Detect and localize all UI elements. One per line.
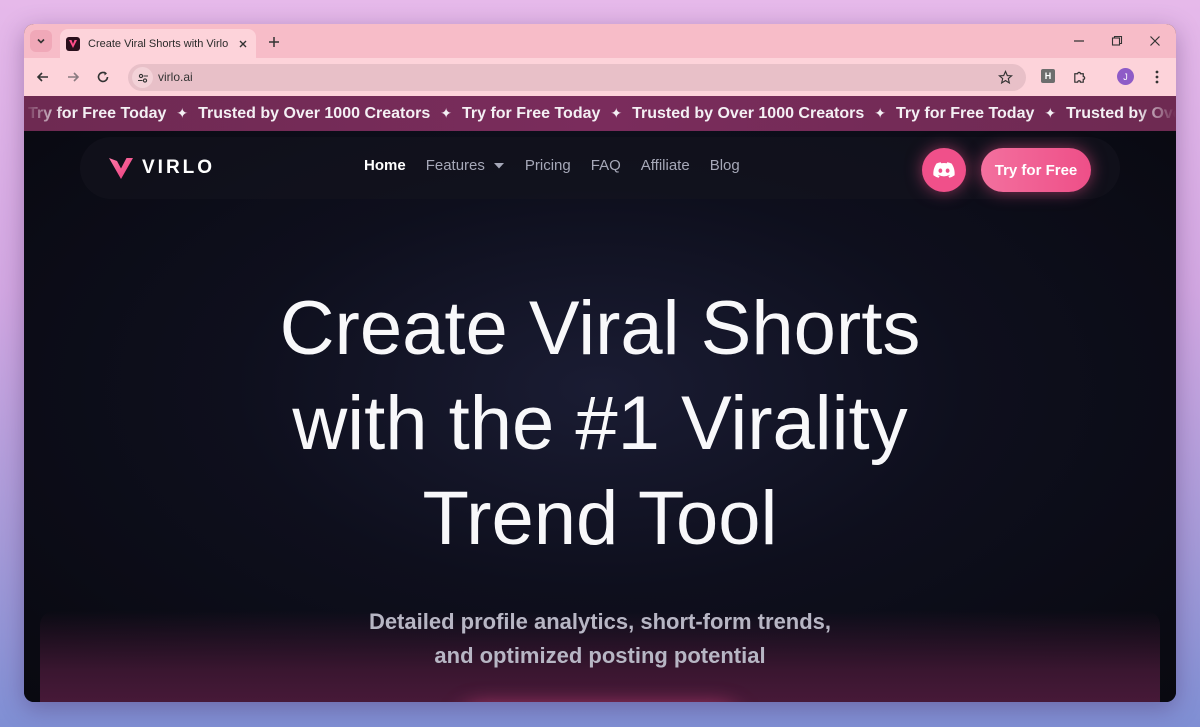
url-text: virlo.ai [158, 70, 193, 84]
forward-button[interactable] [62, 66, 84, 88]
nav-faq[interactable]: FAQ [591, 157, 621, 174]
virlo-favicon-icon [66, 36, 80, 51]
close-tab-icon[interactable] [234, 35, 252, 53]
hero-subtitle-line: Detailed profile analytics, short-form t… [368, 609, 832, 634]
tab-search-button[interactable] [30, 30, 52, 52]
address-bar[interactable]: virlo.ai [128, 64, 1026, 91]
sparkle-separator-icon: ✦ [176, 105, 189, 121]
profile-avatar[interactable]: J [1117, 68, 1134, 85]
logo-wordmark: VIRLO [142, 157, 216, 178]
virlo-v-logo-icon [109, 158, 133, 179]
tab-strip: Create Viral Shorts with Virlo [24, 24, 1176, 58]
plus-icon [269, 37, 279, 47]
sparkle-separator-icon: ✦ [610, 105, 623, 121]
close-icon [1150, 36, 1160, 46]
site-navbar: VIRLO Home Features Pricing FAQ Affiliat… [80, 137, 1120, 199]
nav-blog[interactable]: Blog [710, 157, 740, 174]
sparkle-separator-icon: ✦ [874, 105, 886, 121]
nav-links: Home Features Pricing FAQ Affiliate Blog [364, 157, 760, 174]
new-tab-button[interactable] [264, 32, 284, 52]
hero-title-line: Create Viral Shorts [279, 286, 921, 371]
nav-features-label: Features [425, 157, 485, 174]
nav-features[interactable]: Features [426, 157, 505, 174]
extension-h-icon[interactable]: H [1041, 69, 1055, 83]
try-for-free-button[interactable]: Try for Free [981, 148, 1091, 192]
marquee-track: Try for Free Today ✦ Trusted by Over 1000 … [28, 96, 1176, 131]
extensions-button[interactable] [1068, 66, 1090, 88]
hero-subtitle-line: and optimized posting potential [434, 643, 766, 668]
site-settings-icon[interactable] [132, 67, 153, 88]
kebab-menu-icon [1155, 70, 1159, 84]
minimize-button[interactable] [1064, 30, 1094, 52]
browser-tab[interactable]: Create Viral Shorts with Virlo [60, 29, 256, 58]
tab-title: Create Viral Shorts with Virlo [88, 37, 229, 50]
restore-icon [1111, 35, 1123, 46]
bookmark-star-icon[interactable] [996, 68, 1014, 86]
chevron-down-icon [37, 38, 45, 44]
marquee-item: Try for Free Today [461, 104, 601, 122]
sparkle-separator-icon: ✦ [440, 105, 452, 121]
hero-subtitle: Detailed profile analytics, short-form t… [24, 605, 1176, 673]
promo-marquee-banner: Try for Free Today ✦ Trusted by Over 1000 … [24, 96, 1176, 131]
nav-home[interactable]: Home [364, 157, 406, 174]
puzzle-icon [1073, 71, 1085, 83]
nav-pricing[interactable]: Pricing [525, 157, 571, 174]
hero-title: Create Viral Shorts with the #1 Virality… [24, 281, 1176, 566]
reload-icon [97, 71, 109, 83]
virlo-logo[interactable]: VIRLO [108, 155, 215, 181]
close-window-button[interactable] [1140, 30, 1170, 52]
browser-window: Create Viral Shorts with Virlo virlo.ai … [24, 24, 1176, 702]
restore-button[interactable] [1102, 30, 1132, 52]
nav-affiliate[interactable]: Affiliate [641, 157, 690, 174]
discord-button[interactable] [922, 148, 966, 192]
arrow-left-icon [36, 72, 48, 82]
marquee-item: Trusted by Over 1000 Creators [198, 104, 431, 122]
browser-menu-button[interactable] [1146, 66, 1168, 88]
marquee-item: Trusted by Over 1000 Creators [632, 104, 865, 122]
reload-button[interactable] [92, 66, 114, 88]
discord-icon [933, 161, 955, 178]
minimize-icon [1074, 40, 1084, 42]
arrow-right-icon [68, 72, 80, 82]
back-button[interactable] [32, 66, 54, 88]
hero-title-line: with the #1 Virality [292, 381, 908, 466]
landing-page: VIRLO Home Features Pricing FAQ Affiliat… [24, 131, 1176, 702]
browser-toolbar: virlo.ai H J [24, 58, 1176, 96]
caret-down-icon [493, 162, 504, 168]
sparkle-separator-icon: ✦ [1044, 105, 1057, 121]
marquee-item: Try for Free Today [895, 104, 1035, 122]
hero-title-line: Trend Tool [422, 476, 778, 561]
